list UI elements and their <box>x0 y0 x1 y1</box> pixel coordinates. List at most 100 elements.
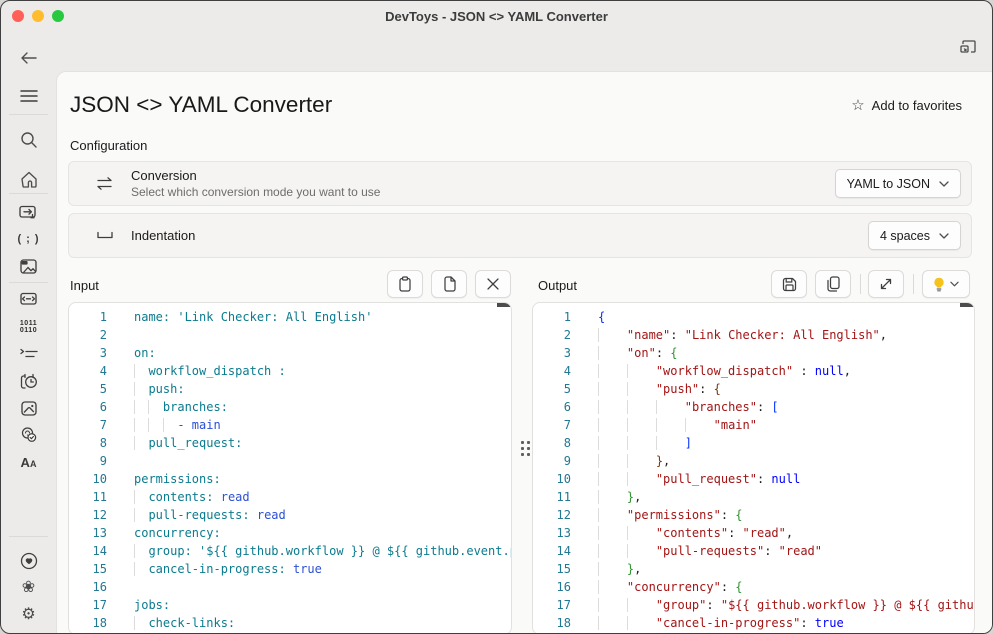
line-number: 13 <box>69 524 107 542</box>
sidebar-item-json-yaml-converter[interactable] <box>1 286 56 312</box>
code-text: contents: read <box>107 488 250 506</box>
line-number: 3 <box>69 344 107 362</box>
window-title: DevToys - JSON <> YAML Converter <box>1 9 992 24</box>
conversion-setting-card: Conversion Select which conversion mode … <box>68 161 972 206</box>
code-text: "pull-requests": "read" <box>571 542 822 560</box>
sidebar-extensions-button[interactable]: ❀ <box>1 575 56 601</box>
code-line: 11 contents: read <box>69 488 511 506</box>
code-line: 13 "contents": "read", <box>533 524 974 542</box>
panel-resize-handle[interactable] <box>518 435 532 461</box>
lightbulb-icon <box>933 277 945 292</box>
code-text: pull_request: <box>107 434 242 452</box>
sidebar-search-button[interactable] <box>1 126 56 152</box>
code-text: check-links: <box>107 614 235 632</box>
line-number: 11 <box>69 488 107 506</box>
code-text: concurrency: <box>107 524 221 542</box>
code-line: 15 cancel-in-progress: true <box>69 560 511 578</box>
code-text: branches: <box>107 398 228 416</box>
code-line: 8 pull_request: <box>69 434 511 452</box>
code-line: 16 "concurrency": { <box>533 578 974 596</box>
code-text <box>107 326 134 344</box>
toolbar-separator <box>913 274 914 294</box>
output-editor[interactable]: 1{2 "name": "Link Checker: All English",… <box>532 302 975 634</box>
scrollbar-thumb[interactable] <box>497 303 511 307</box>
code-line: 13concurrency: <box>69 524 511 542</box>
code-text: pull-requests: read <box>107 506 286 524</box>
menu-toggle-button[interactable] <box>1 83 56 109</box>
code-text: "on": { <box>571 344 678 362</box>
save-output-button[interactable] <box>771 270 807 298</box>
sidebar-settings-button[interactable]: ⚙ <box>1 602 56 628</box>
add-to-favorites-label: Add to favorites <box>872 98 962 113</box>
code-line: 18 "cancel-in-progress": true <box>533 614 974 632</box>
code-line: 9 }, <box>533 452 974 470</box>
code-line: 15 }, <box>533 560 974 578</box>
hash-checksum-icon <box>20 427 38 443</box>
code-line: 17jobs: <box>69 596 511 614</box>
code-text: }, <box>571 452 670 470</box>
conversion-mode-dropdown[interactable]: YAML to JSON <box>835 169 961 198</box>
star-icon: ☆ <box>851 98 864 113</box>
load-file-button[interactable] <box>431 270 467 298</box>
home-icon <box>20 171 38 188</box>
scrollbar-thumb[interactable] <box>960 303 974 307</box>
code-text: "concurrency": { <box>571 578 743 596</box>
search-icon <box>20 131 37 148</box>
chevron-down-icon <box>950 281 959 287</box>
code-text: "pull_request": null <box>571 470 800 488</box>
code-line: 12 "permissions": { <box>533 506 974 524</box>
code-text: on: <box>107 344 156 362</box>
code-text: name: 'Link Checker: All English' <box>107 308 372 326</box>
sidebar-item-date-converter[interactable] <box>1 368 56 394</box>
code-line: 6 branches: <box>69 398 511 416</box>
code-text: "workflow_dispatch" : null, <box>571 362 851 380</box>
file-icon <box>443 276 456 292</box>
line-number: 5 <box>69 380 107 398</box>
code-line: 7 "main" <box>533 416 974 434</box>
sidebar-sponsor-button[interactable] <box>1 548 56 574</box>
paste-button[interactable] <box>387 270 423 298</box>
smart-suggestions-button[interactable] <box>922 270 970 298</box>
add-to-favorites-button[interactable]: ☆ Add to favorites <box>851 98 962 113</box>
line-number: 1 <box>533 308 571 326</box>
json-yaml-converter-icon <box>19 291 38 307</box>
sidebar-item-encoders-decoders[interactable]: ( ; ) <box>1 226 56 252</box>
sidebar-item-graphic-tools[interactable] <box>1 253 56 279</box>
code-line: 1name: 'Link Checker: All English' <box>69 308 511 326</box>
sidebar-item-converters[interactable] <box>1 199 56 225</box>
code-line: 16 <box>69 578 511 596</box>
code-text: jobs: <box>107 596 170 614</box>
expand-output-button[interactable] <box>868 270 904 298</box>
copy-output-button[interactable] <box>815 270 851 298</box>
code-line: 4 workflow_dispatch : <box>69 362 511 380</box>
sidebar-item-all-tools[interactable] <box>1 166 56 192</box>
line-number: 7 <box>69 416 107 434</box>
indentation-setting-card: Indentation 4 spaces <box>68 213 972 258</box>
line-number: 3 <box>533 344 571 362</box>
sidebar-item-image-converter[interactable] <box>1 395 56 421</box>
converters-icon <box>19 204 38 220</box>
sidebar-item-text-case-converter[interactable]: AA <box>1 449 56 475</box>
code-text <box>107 578 134 596</box>
line-number: 14 <box>533 542 571 560</box>
indentation-dropdown[interactable]: 4 spaces <box>868 221 961 250</box>
line-number: 16 <box>69 578 107 596</box>
line-number: 6 <box>69 398 107 416</box>
input-editor[interactable]: 1name: 'Link Checker: All English'23on:4… <box>68 302 512 634</box>
code-text: "main" <box>571 416 757 434</box>
extensions-icon: ❀ <box>22 580 35 596</box>
code-line: 12 pull-requests: read <box>69 506 511 524</box>
sidebar-item-number-base-converter[interactable]: 1011 0110 <box>1 314 56 340</box>
sidebar-item-cron-parser[interactable] <box>1 341 56 367</box>
code-text: { <box>571 308 605 326</box>
sidebar-item-hash-checksum[interactable] <box>1 422 56 448</box>
code-line: 7 - main <box>69 416 511 434</box>
compact-overlay-button[interactable] <box>957 37 979 56</box>
code-line: 18 check-links: <box>69 614 511 632</box>
code-text: "group": "${{ github.workflow }} @ ${{ g… <box>571 596 975 614</box>
code-line: 4 "workflow_dispatch" : null, <box>533 362 974 380</box>
clear-input-button[interactable] <box>475 270 511 298</box>
conversion-title: Conversion <box>131 168 380 183</box>
input-panel-label: Input <box>70 278 99 293</box>
back-button[interactable] <box>18 47 40 69</box>
